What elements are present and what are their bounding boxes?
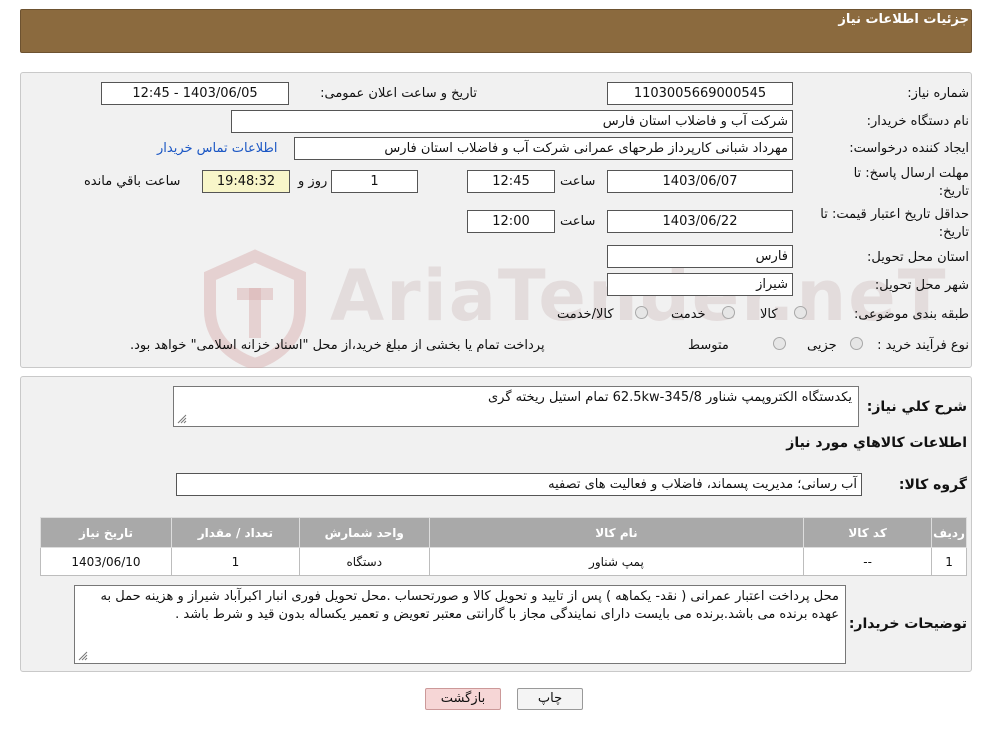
process-minor-label: جزیی xyxy=(807,338,837,353)
col-qty-header: تعداد / مقدار xyxy=(170,517,300,548)
cell-code: -- xyxy=(803,547,933,576)
validity-time-label: ساعت xyxy=(560,214,596,229)
col-name-header: نام کالا xyxy=(428,517,805,548)
print-button[interactable]: چاپ xyxy=(517,688,583,710)
process-note: پرداخت تمام یا بخشی از مبلغ خرید،از محل … xyxy=(130,338,545,353)
province-field: فارس xyxy=(607,245,793,268)
category-label: طبقه بندی موضوعی: xyxy=(853,307,969,322)
cell-qty: 1 xyxy=(170,547,300,576)
deadline-label-date: تاریخ: xyxy=(938,184,969,199)
buyer-org-label: نام دستگاه خریدار: xyxy=(866,114,969,129)
announce-label: تاریخ و ساعت اعلان عمومی: xyxy=(320,86,477,101)
cell-date: 1403/06/10 xyxy=(40,547,172,576)
buyer-org-field: شرکت آب و فاضلاب استان فارس xyxy=(231,110,793,133)
category-goods-label: کالا xyxy=(760,307,778,322)
cell-unit: دستگاه xyxy=(298,547,430,576)
province-label: استان محل تحویل: xyxy=(867,250,969,265)
validity-date-field: 1403/06/22 xyxy=(607,210,793,233)
deadline-time-label: ساعت xyxy=(560,174,596,189)
validity-label-date: تاریخ: xyxy=(938,225,969,240)
creator-label: ایجاد کننده درخواست: xyxy=(849,141,969,156)
deadline-date-field: 1403/06/07 xyxy=(607,170,793,193)
process-medium-label: متوسط xyxy=(688,338,729,353)
items-table: رديف کد کالا نام کالا واحد شمارش تعداد /… xyxy=(40,517,967,576)
goods-group-field: آب رسانی؛ مدیریت پسماند، فاضلاب و فعالیت… xyxy=(176,473,862,496)
process-medium-radio[interactable] xyxy=(773,337,786,350)
cell-row: 1 xyxy=(931,547,967,576)
remaining-time-field: 19:48:32 xyxy=(202,170,290,193)
city-field: شیراز xyxy=(607,273,793,296)
need-number-field: 1103005669000545 xyxy=(607,82,793,105)
category-service-radio[interactable] xyxy=(722,306,735,319)
days-label: روز و xyxy=(298,174,328,189)
remaining-time-label: ساعت باقي مانده xyxy=(84,174,181,189)
announce-field: 1403/06/05 - 12:45 xyxy=(101,82,289,105)
category-service-label: خدمت xyxy=(671,307,706,322)
deadline-label: مهلت ارسال پاسخ: تا xyxy=(853,166,969,181)
validity-label: حداقل تاریخ اعتبار قیمت: تا xyxy=(820,207,969,222)
table-row[interactable]: 1 -- پمپ شناور دستگاه 1 1403/06/10 xyxy=(40,547,967,576)
goods-group-label: گروه کالا: xyxy=(898,477,967,493)
col-date-header: تاريخ نياز xyxy=(40,517,172,548)
process-label: نوع فرآیند خرید : xyxy=(877,338,969,353)
col-code-header: کد کالا xyxy=(803,517,933,548)
page-title: جزئیات اطلاعات نیاز xyxy=(838,12,969,27)
buyer-notes-text: محل پرداخت اعتبار عمرانی ( نقد- یکماهه )… xyxy=(100,589,839,622)
buyer-notes-label: توضیحات خریدار: xyxy=(848,616,967,632)
creator-field: مهرداد شبانی کارپرداز طرحهای عمرانی شرکت… xyxy=(294,137,793,160)
summary-label: شرح کلي نياز: xyxy=(866,399,967,415)
buyer-notes-textarea[interactable]: محل پرداخت اعتبار عمرانی ( نقد- یکماهه )… xyxy=(74,585,846,664)
goods-info-title: اطلاعات کالاهاي مورد نياز xyxy=(786,435,967,451)
col-unit-header: واحد شمارش xyxy=(298,517,430,548)
summary-textarea[interactable]: یکدستگاه الکتروپمپ شناور 62.5kw-345/8 تم… xyxy=(173,386,859,427)
deadline-time-field: 12:45 xyxy=(467,170,555,193)
table-header-row: رديف کد کالا نام کالا واحد شمارش تعداد /… xyxy=(40,517,967,548)
page-header xyxy=(20,9,972,53)
need-number-label: شماره نیاز: xyxy=(907,86,969,101)
category-goods-radio[interactable] xyxy=(794,306,807,319)
items-table-wrap: رديف کد کالا نام کالا واحد شمارش تعداد /… xyxy=(40,517,967,576)
summary-text: یکدستگاه الکتروپمپ شناور 62.5kw-345/8 تم… xyxy=(487,390,852,405)
resize-grip-icon[interactable] xyxy=(177,414,187,424)
category-goods-service-radio[interactable] xyxy=(635,306,648,319)
resize-grip-icon[interactable] xyxy=(78,651,88,661)
col-row-header: رديف xyxy=(931,517,967,548)
back-button[interactable]: بازگشت xyxy=(425,688,501,710)
process-minor-radio[interactable] xyxy=(850,337,863,350)
category-goods-service-label: کالا/خدمت xyxy=(557,307,614,322)
city-label: شهر محل تحویل: xyxy=(874,278,969,293)
cell-name: پمپ شناور xyxy=(428,547,805,576)
validity-time-field: 12:00 xyxy=(467,210,555,233)
buyer-contact-link[interactable]: اطلاعات تماس خریدار xyxy=(157,141,277,156)
days-field: 1 xyxy=(331,170,418,193)
